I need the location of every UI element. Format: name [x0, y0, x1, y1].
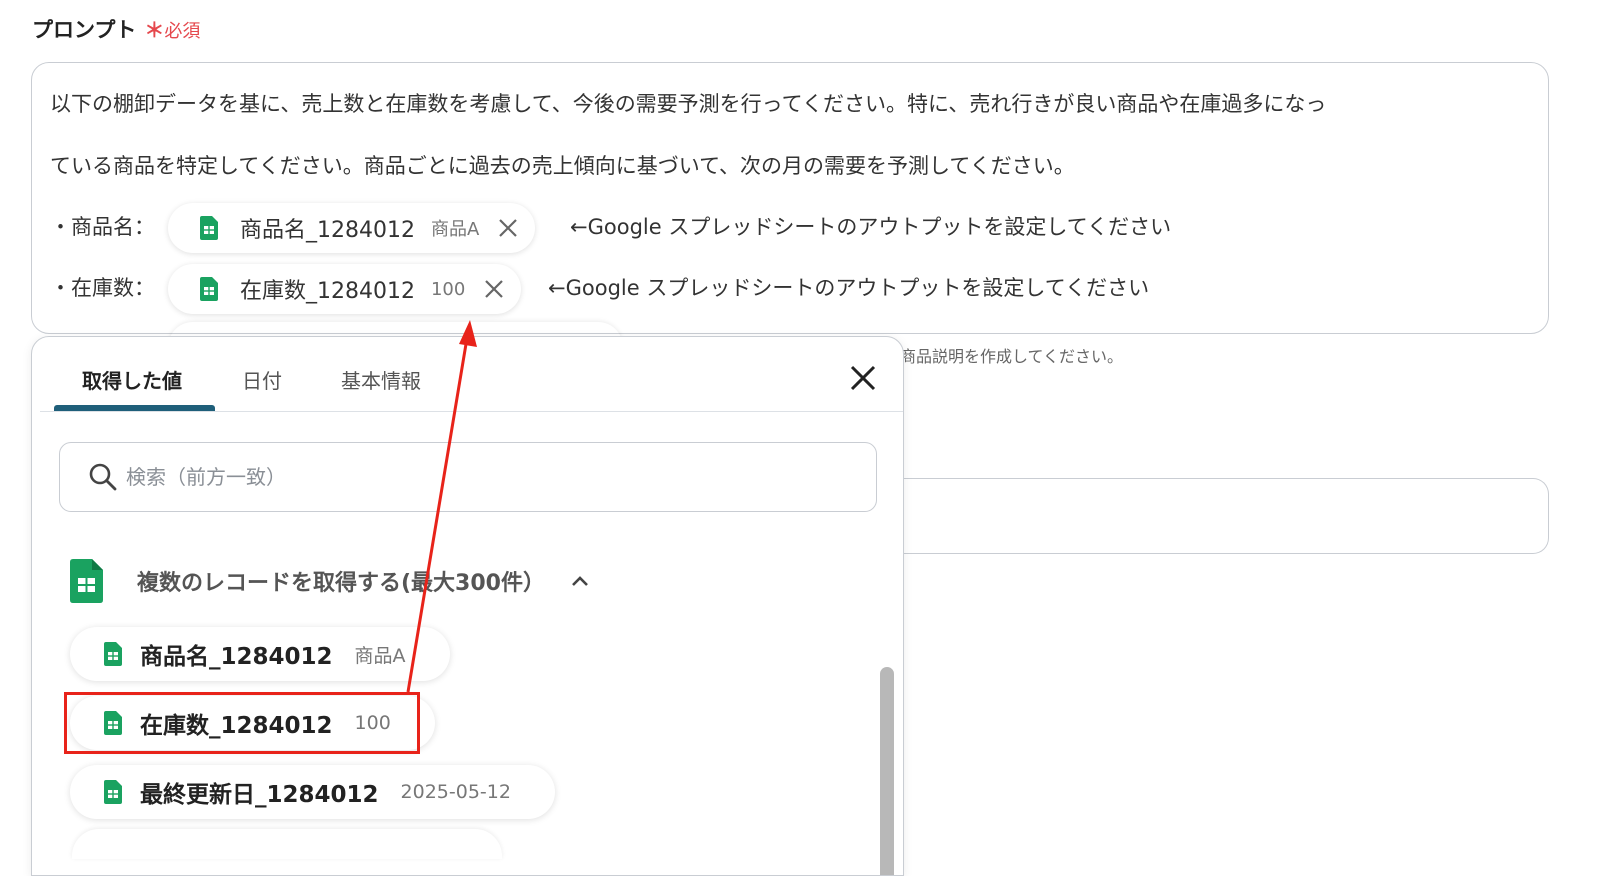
text-input-behind[interactable]: [880, 478, 1549, 554]
google-sheets-icon: [104, 780, 122, 804]
instruction-hint: ←Google スプレッドシートのアウトプットを設定してください: [570, 215, 1172, 239]
field-label-text: プロンプト: [32, 18, 137, 42]
tab-acquired-values[interactable]: 取得した値: [82, 365, 182, 394]
prompt-text-line-1: 以下の棚卸データを基に、売上数と在庫数を考慮して、今後の需要予測を行ってください…: [50, 92, 1327, 116]
search-icon: [89, 463, 117, 491]
highlight-box: [64, 692, 420, 754]
google-sheets-icon: [200, 277, 218, 301]
value-picker-panel: 取得した値 日付 基本情報 複数のレコードを取得する(最大300件）: [31, 336, 904, 876]
remove-chip-icon[interactable]: [481, 276, 507, 302]
product-name-row-label: ・商品名：: [50, 215, 155, 239]
chip-value: 100: [430, 278, 466, 300]
item-name: 最終更新日_1284012: [140, 782, 379, 808]
prompt-text-line-2: ている商品を特定してください。商品ごとに過去の売上傾向に基づいて、次の月の需要を…: [50, 154, 1075, 178]
chip-name: 在庫数_1284012: [240, 279, 415, 304]
search-field[interactable]: [59, 442, 877, 512]
required-mark: ＊: [144, 18, 165, 42]
chip-name: 商品名_1284012: [240, 218, 415, 243]
required-text: 必須: [164, 21, 201, 42]
variable-chip-product-name[interactable]: 商品名_1284012 商品A: [168, 203, 536, 253]
scrollbar-thumb[interactable]: [880, 667, 894, 875]
value-item-last-updated[interactable]: 最終更新日_1284012 2025-05-12: [70, 765, 555, 819]
tab-basic-info[interactable]: 基本情報: [341, 365, 421, 394]
chevron-up-icon[interactable]: [569, 570, 591, 592]
item-name: 商品名_1284012: [140, 644, 333, 670]
tab-date[interactable]: 日付: [242, 365, 282, 394]
record-group-header[interactable]: 複数のレコードを取得する(最大300件）: [70, 559, 591, 603]
remove-chip-icon[interactable]: [495, 215, 521, 241]
item-value: 2025-05-12: [400, 781, 511, 803]
variable-chip-stock[interactable]: 在庫数_1284012 100: [168, 264, 522, 314]
search-input[interactable]: [124, 464, 828, 490]
tab-divider: [40, 411, 903, 412]
helper-text: 商品説明を作成してください。: [900, 347, 1124, 366]
google-sheets-icon: [200, 216, 218, 240]
field-label: プロンプト ＊必須: [32, 14, 200, 44]
instruction-hint: ←Google スプレッドシートのアウトプットを設定してください: [548, 276, 1150, 300]
stock-row-label: ・在庫数：: [50, 276, 155, 300]
google-sheets-icon: [70, 559, 103, 603]
value-item-partial[interactable]: [72, 829, 502, 859]
value-item-product-name[interactable]: 商品名_1284012 商品A: [70, 627, 450, 681]
group-title: 複数のレコードを取得する(最大300件）: [137, 571, 545, 596]
close-icon[interactable]: [844, 359, 882, 397]
item-value: 商品A: [354, 644, 406, 667]
google-sheets-icon: [104, 642, 122, 666]
chip-value: 商品A: [430, 219, 480, 240]
